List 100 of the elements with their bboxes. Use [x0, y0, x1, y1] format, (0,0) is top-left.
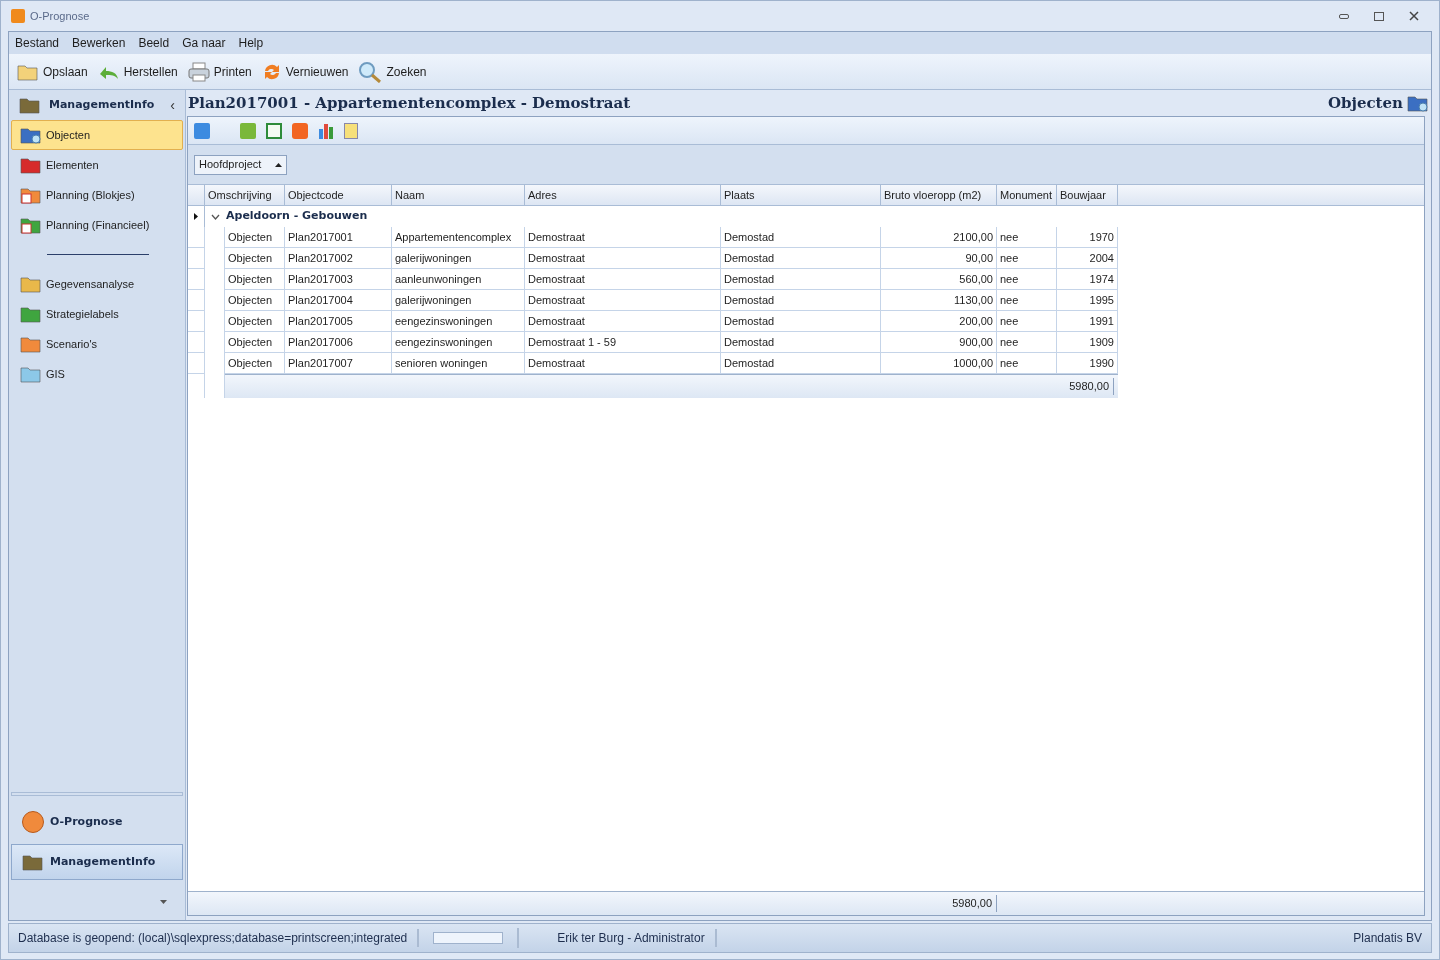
table-cell: Objecten: [225, 290, 285, 311]
table-cell: 1974: [1057, 269, 1118, 290]
table-cell: Demostad: [721, 311, 881, 332]
table-cell: Objecten: [225, 227, 285, 248]
column-header[interactable]: Monument: [997, 185, 1057, 205]
table-cell: Objecten: [225, 311, 285, 332]
status-company: Plandatis BV: [1353, 930, 1422, 947]
table-cell: Plan2017001: [285, 227, 392, 248]
table-cell: Demostad: [721, 290, 881, 311]
column-header[interactable]: Naam: [392, 185, 525, 205]
table-cell: nee: [997, 269, 1057, 290]
menu-item[interactable]: Bestand: [15, 34, 60, 52]
sidebar-item[interactable]: Objecten: [11, 120, 183, 150]
search-icon: [358, 60, 383, 83]
table-cell: Plan2017002: [285, 248, 392, 269]
column-header[interactable]: Objectcode: [285, 185, 392, 205]
table-cell: galerijwoningen: [392, 290, 525, 311]
table-cell: 90,00: [881, 248, 997, 269]
status-database: Database is geopend: (local)\sqlexpress;database=printscreen;integrated: [18, 929, 420, 947]
sidebar-item[interactable]: Gegevensanalyse: [11, 269, 183, 299]
table-cell: 560,00: [881, 269, 997, 290]
toolbar-button[interactable]: Opslaan: [17, 62, 88, 81]
printer-icon: [187, 61, 210, 82]
menu-item[interactable]: Beeld: [138, 34, 170, 52]
table-cell: nee: [997, 332, 1057, 353]
folder-calendar-icon: [20, 216, 42, 234]
folder-search-icon: [20, 126, 42, 144]
row-indicator-icon: [194, 213, 198, 220]
print-button[interactable]: [292, 122, 308, 139]
table-cell: 1995: [1057, 290, 1118, 311]
column-header[interactable]: Adres: [525, 185, 721, 205]
table-cell: Plan2017003: [285, 269, 392, 290]
module-button[interactable]: O-Prognose: [11, 804, 183, 840]
app-logo-icon: [11, 9, 25, 23]
folder-icon: [22, 853, 44, 871]
table-cell: Demostad: [721, 227, 881, 248]
table-cell: 1130,00: [881, 290, 997, 311]
sidebar-item[interactable]: Strategielabels: [11, 299, 183, 329]
row-selector[interactable]: [188, 290, 205, 311]
table-cell: Demostad: [721, 248, 881, 269]
table-cell: Demostraat: [525, 311, 721, 332]
column-header[interactable]: Omschrijving: [205, 185, 285, 205]
sidebar-item[interactable]: GIS: [11, 359, 183, 389]
table-cell: nee: [997, 290, 1057, 311]
menu-item[interactable]: Help: [238, 34, 264, 52]
table-cell: Demostraat: [525, 248, 721, 269]
row-selector[interactable]: [188, 311, 205, 332]
table-cell: Demostad: [721, 269, 881, 290]
column-header[interactable]: Bruto vloeropp (m2): [881, 185, 997, 205]
excel-export-button[interactable]: [266, 122, 282, 139]
table-cell: eengezinswoningen: [392, 332, 525, 353]
close-icon[interactable]: [1409, 11, 1419, 21]
table-cell: 1970: [1057, 227, 1118, 248]
section-title: Objecten: [1327, 92, 1403, 114]
table-cell: 1991: [1057, 311, 1118, 332]
toolbar-button[interactable]: Vernieuwen: [261, 61, 349, 82]
table-cell: Demostraat: [525, 290, 721, 311]
window-button[interactable]: [240, 122, 256, 139]
table-cell: 2004: [1057, 248, 1118, 269]
collapse-button[interactable]: ‹: [170, 94, 175, 116]
save-folder-icon: [17, 62, 39, 81]
folder-icon: [20, 305, 42, 323]
menu-item[interactable]: Ga naar: [182, 34, 226, 52]
row-selector[interactable]: [188, 353, 205, 374]
table-cell: Plan2017006: [285, 332, 392, 353]
dropdown-caret-icon[interactable]: [160, 900, 167, 904]
bar-chart-icon[interactable]: [318, 122, 334, 139]
status-user: Erik ter Burg - Administrator: [557, 929, 717, 947]
folder-icon: [20, 335, 42, 353]
map-report-button[interactable]: [344, 122, 358, 139]
table-cell: nee: [997, 227, 1057, 248]
table-cell: 900,00: [881, 332, 997, 353]
sidebar-item[interactable]: Planning (Financieel): [11, 210, 183, 240]
column-header[interactable]: Plaats: [721, 185, 881, 205]
row-selector[interactable]: [188, 332, 205, 353]
menu-item[interactable]: Bewerken: [72, 34, 126, 52]
minimize-button[interactable]: [1339, 13, 1349, 19]
restore-button[interactable]: [1374, 11, 1384, 21]
expand-chevron-icon[interactable]: [211, 213, 220, 220]
tree-view-button[interactable]: [194, 122, 210, 139]
toolbar-button[interactable]: Zoeken: [358, 60, 427, 83]
column-header[interactable]: Bouwjaar: [1057, 185, 1118, 205]
row-selector[interactable]: [188, 269, 205, 290]
group-by-button[interactable]: Hoofdproject: [194, 154, 288, 175]
table-cell: Plan2017004: [285, 290, 392, 311]
table-cell: Demostraat: [525, 227, 721, 248]
row-selector[interactable]: [188, 227, 205, 248]
toolbar-button[interactable]: Herstellen: [97, 62, 178, 81]
table-cell: 200,00: [881, 311, 997, 332]
table-cell: 1909: [1057, 332, 1118, 353]
folder-icon: [20, 156, 42, 174]
table-cell: Objecten: [225, 332, 285, 353]
sidebar-item[interactable]: Elementen: [11, 150, 183, 180]
table-cell: nee: [997, 248, 1057, 269]
toolbar-button[interactable]: Printen: [187, 61, 252, 82]
sidebar-item[interactable]: Planning (Blokjes): [11, 180, 183, 210]
module-button[interactable]: ManagementInfo: [11, 844, 183, 880]
row-selector[interactable]: [188, 248, 205, 269]
folder-search-icon: [1407, 94, 1429, 112]
sidebar-item[interactable]: Scenario's: [11, 329, 183, 359]
